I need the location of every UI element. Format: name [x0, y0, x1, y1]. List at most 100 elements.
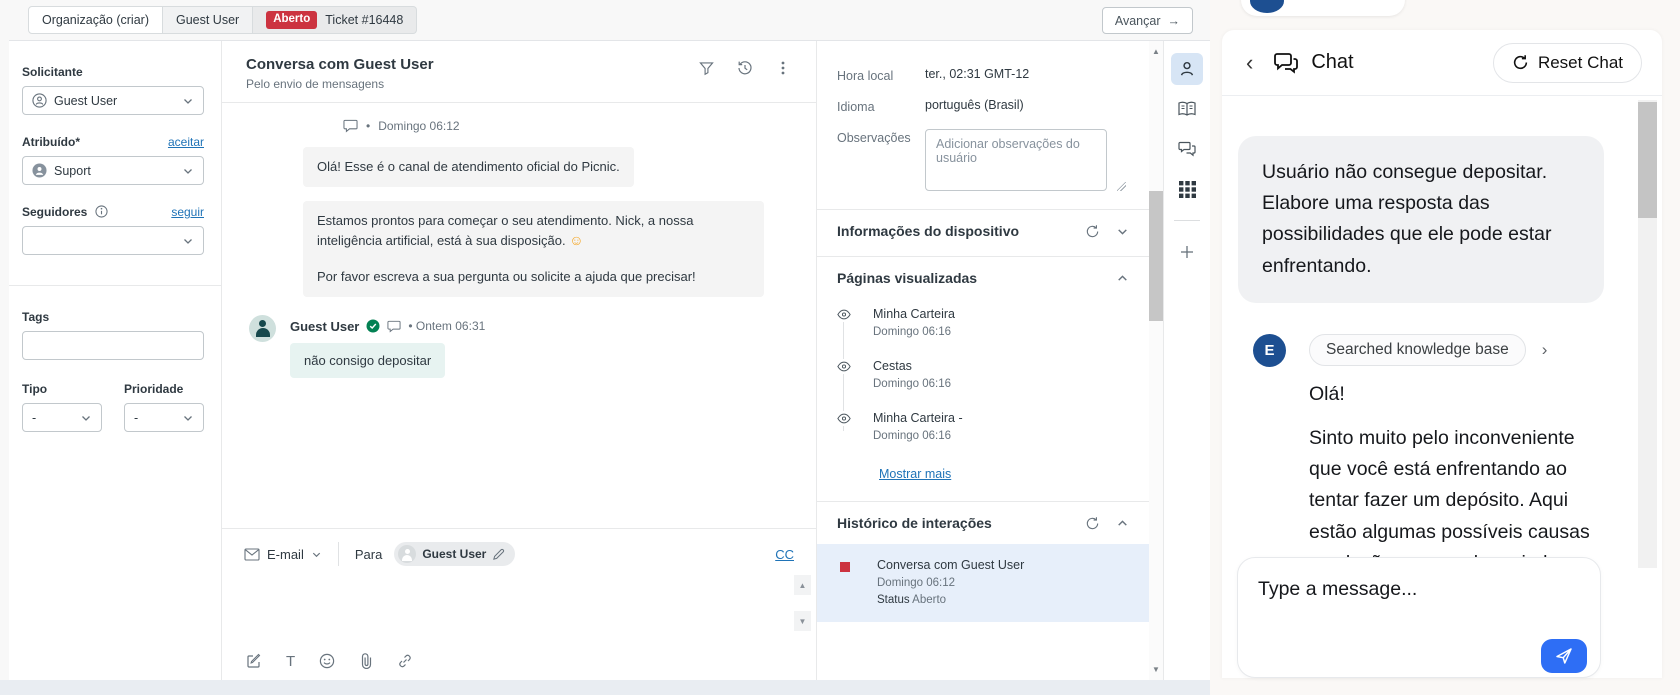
cc-link[interactable]: CC — [775, 547, 794, 562]
chevron-down-icon — [182, 235, 194, 247]
send-button[interactable] — [1541, 639, 1587, 673]
plus-icon — [1179, 244, 1195, 260]
interaction-history-section-header: Histórico de interações — [817, 501, 1149, 544]
comment-icon — [387, 320, 401, 333]
date-separator-text: Domingo 06:12 — [378, 119, 459, 133]
chat-bubbles-icon — [1178, 141, 1196, 157]
user-panel-button[interactable] — [1171, 53, 1203, 85]
scrollbar-thumb[interactable] — [1638, 102, 1657, 218]
ai-avatar: E — [1253, 334, 1286, 367]
local-time-label: Hora local — [837, 67, 925, 83]
ai-message: E Searched knowledge base › Olá! Sinto m… — [1238, 334, 1604, 579]
assignee-label: Atribuído* — [22, 135, 80, 149]
details-scrollbar[interactable]: ▲ ▼ — [1149, 41, 1163, 680]
eye-icon — [837, 307, 851, 322]
accept-link[interactable]: aceitar — [168, 135, 204, 149]
book-icon — [1178, 101, 1196, 117]
chevron-up-icon[interactable] — [1116, 272, 1129, 285]
tab-organization-label: Organização (criar) — [42, 13, 149, 27]
app-root: Organização (criar) Guest User Aberto Ti… — [0, 0, 1680, 695]
status-badge: Aberto — [266, 11, 317, 29]
attachment-icon[interactable] — [359, 653, 373, 669]
tab-bar: Organização (criar) Guest User Aberto Ti… — [0, 0, 1210, 40]
conversation-header: Conversa com Guest User Pelo envio de me… — [222, 41, 816, 103]
ai-chat-column: ‹ Chat Reset Chat Usuário não consegue d… — [1210, 0, 1680, 695]
text-format-icon[interactable]: T — [286, 654, 295, 669]
knowledge-panel-button[interactable] — [1171, 93, 1203, 125]
conversation-subtitle: Pelo envio de mensagens — [246, 77, 434, 91]
eye-icon — [837, 411, 851, 426]
floating-widget[interactable] — [1241, 0, 1405, 16]
scroll-down-arrow[interactable]: ▼ — [794, 611, 811, 631]
requester-select[interactable]: Guest User — [22, 86, 204, 115]
advance-button[interactable]: Avançar → — [1102, 7, 1193, 34]
status-square-icon — [840, 562, 850, 572]
ai-chat-panel: ‹ Chat Reset Chat Usuário não consegue d… — [1222, 30, 1662, 678]
chat-panel-button[interactable] — [1171, 133, 1203, 165]
tool-call-pill[interactable]: Searched knowledge base — [1309, 334, 1526, 366]
tags-label: Tags — [22, 310, 204, 324]
scroll-down-arrow[interactable]: ▼ — [1149, 665, 1163, 674]
reset-chat-button[interactable]: Reset Chat — [1493, 43, 1642, 83]
arrow-right-icon: → — [1168, 14, 1181, 28]
scroll-up-arrow[interactable]: ▲ — [794, 575, 811, 595]
followers-select[interactable] — [22, 226, 204, 255]
scrollbar-thumb[interactable] — [1149, 191, 1163, 321]
tab-organization[interactable]: Organização (criar) — [28, 6, 163, 34]
person-filled-icon — [32, 163, 47, 178]
divider — [338, 542, 339, 566]
kebab-menu-icon[interactable] — [776, 60, 790, 76]
follow-link[interactable]: seguir — [171, 205, 204, 219]
filter-icon[interactable] — [699, 61, 714, 76]
page-viewed-item: Minha Carteira Domingo 06:16 — [837, 307, 1129, 338]
chevron-up-icon[interactable] — [1116, 517, 1129, 530]
comment-icon — [343, 119, 358, 133]
chevron-right-icon[interactable]: › — [1542, 340, 1548, 360]
ai-reply-text: Sinto muito pelo inconveniente que você … — [1309, 423, 1604, 579]
ai-greeting: Olá! — [1309, 379, 1604, 410]
emoji-icon[interactable] — [319, 653, 335, 669]
chat-message-list: Usuário não consegue depositar. Elabore … — [1222, 96, 1662, 579]
priority-label: Prioridade — [124, 382, 204, 396]
back-chevron-icon[interactable]: ‹ — [1246, 52, 1253, 74]
priority-select[interactable]: - — [124, 403, 204, 432]
show-more-link[interactable]: Mostrar mais — [879, 467, 951, 481]
avatar — [398, 545, 416, 563]
user-prompt-bubble: Usuário não consegue depositar. Elabore … — [1238, 136, 1604, 303]
divider — [1174, 220, 1200, 221]
advance-button-label: Avançar — [1115, 14, 1161, 28]
chat-input-box[interactable]: Type a message... — [1237, 557, 1601, 678]
apps-grid-button[interactable] — [1171, 173, 1203, 205]
history-icon[interactable] — [737, 60, 753, 76]
chevron-down-icon[interactable] — [1116, 225, 1129, 238]
resize-grip-icon[interactable] — [1117, 182, 1126, 191]
ticket-fields-sidebar: Solicitante Guest User Atribuído* aceita… — [9, 41, 222, 680]
ticket-main: Solicitante Guest User Atribuído* aceita… — [9, 40, 1210, 680]
language-value: português (Brasil) — [925, 98, 1024, 114]
refresh-icon[interactable] — [1085, 516, 1100, 531]
recipient-name: Guest User — [422, 547, 486, 561]
add-app-button[interactable] — [1171, 236, 1203, 268]
channel-label: E-mail — [267, 547, 304, 562]
link-icon[interactable] — [397, 653, 413, 669]
tags-input[interactable] — [22, 331, 204, 360]
compose-icon[interactable] — [246, 653, 262, 669]
person-circle-icon — [32, 93, 47, 108]
recipient-pill[interactable]: Guest User — [394, 542, 515, 566]
channel-select[interactable]: E-mail — [244, 547, 322, 562]
tab-guest-user[interactable]: Guest User — [163, 6, 253, 34]
type-select[interactable]: - — [22, 403, 102, 432]
message-time: • Ontem 06:31 — [408, 319, 485, 333]
language-label: Idioma — [837, 98, 925, 114]
assignee-select[interactable]: Suport — [22, 156, 204, 185]
scroll-up-arrow[interactable]: ▲ — [1149, 47, 1163, 56]
device-info-section-header: Informações do dispositivo — [817, 209, 1149, 252]
chat-input-placeholder: Type a message... — [1258, 578, 1580, 601]
followers-label: Seguidores — [22, 205, 108, 219]
notes-textarea[interactable] — [925, 129, 1107, 191]
tab-ticket[interactable]: Aberto Ticket #16448 — [253, 6, 417, 34]
edit-pencil-icon[interactable] — [492, 548, 505, 561]
refresh-icon[interactable] — [1085, 224, 1100, 239]
history-item[interactable]: Conversa com Guest User Domingo 06:12 St… — [817, 544, 1149, 622]
chat-scrollbar[interactable] — [1638, 100, 1657, 568]
